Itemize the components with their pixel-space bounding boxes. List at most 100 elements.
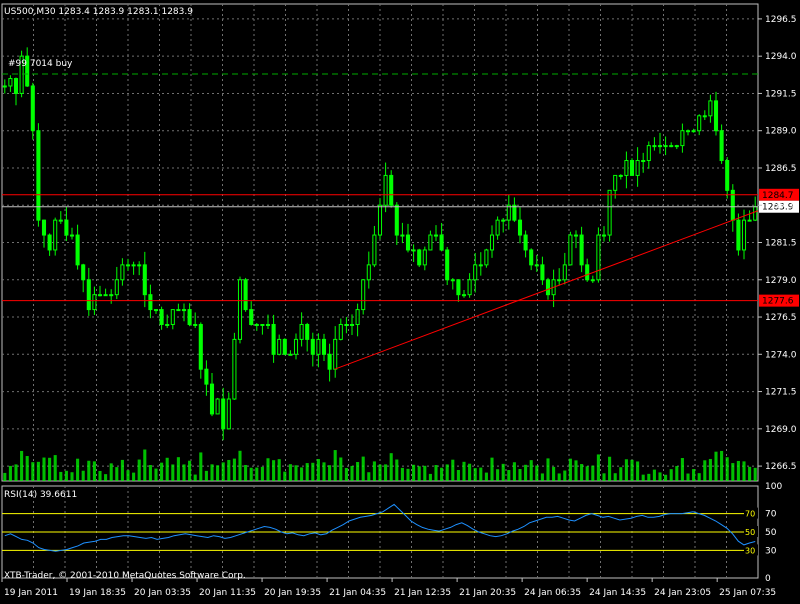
- candle-body: [30, 85, 35, 132]
- candle-body: [181, 309, 187, 312]
- volume-bar: [501, 463, 505, 481]
- volume-bar: [36, 461, 40, 481]
- volume-bar: [647, 473, 651, 481]
- volume-bar: [300, 467, 304, 481]
- volume-bar: [232, 458, 236, 481]
- volume-bar: [652, 469, 656, 481]
- volume-bar: [462, 461, 466, 481]
- volume-bar: [176, 457, 180, 481]
- volume-bar: [742, 461, 746, 481]
- volume-bar: [456, 469, 460, 481]
- volume-bar: [468, 463, 472, 481]
- candle-body: [428, 234, 433, 251]
- candle-body: [243, 279, 248, 311]
- volume-bar: [109, 463, 113, 481]
- candle-body: [361, 279, 366, 311]
- candle-body: [310, 338, 315, 355]
- candle-body: [327, 353, 332, 370]
- volume-bar: [708, 458, 712, 481]
- candle-body: [131, 264, 136, 267]
- candle-body: [293, 338, 299, 355]
- volume-bar: [546, 458, 550, 481]
- candle-body: [753, 206, 758, 221]
- volume-bar: [552, 466, 556, 481]
- candle-body: [400, 234, 405, 237]
- time-tick-label: 24 Jan 14:35: [589, 588, 646, 598]
- price-tick-label: 1289.0: [765, 127, 797, 137]
- volume-bar: [518, 468, 522, 481]
- volume-bar: [697, 473, 701, 481]
- candle-body: [265, 323, 271, 326]
- volume-bar: [602, 473, 606, 481]
- candle-body: [439, 234, 444, 251]
- volume-bar: [619, 467, 623, 481]
- volume-bar: [154, 468, 158, 481]
- candle-body: [277, 338, 282, 355]
- volume-bar: [473, 468, 477, 481]
- volume-bar: [524, 464, 528, 481]
- candle-body: [601, 234, 607, 237]
- volume-bar: [25, 456, 29, 481]
- candle-body: [97, 294, 103, 297]
- candle-body: [467, 279, 472, 296]
- candle-body: [204, 368, 209, 385]
- candle-body: [125, 264, 131, 267]
- time-tick-label: 21 Jan 20:35: [459, 588, 516, 598]
- candle-body: [736, 219, 741, 251]
- price-chart[interactable]: 1284.71277.61283.9 1296.51294.01291.5128…: [0, 0, 800, 600]
- volume-bar: [244, 464, 248, 481]
- candle-body: [226, 398, 231, 430]
- rsi-axis-label: 0: [765, 574, 771, 584]
- volume-bar: [148, 465, 152, 481]
- volume-bar: [680, 458, 684, 481]
- candle-body: [148, 294, 153, 311]
- volume-bar: [356, 462, 360, 481]
- volume-bar: [574, 460, 578, 481]
- candle-body: [92, 294, 97, 311]
- candle-body: [685, 130, 691, 133]
- volume-bar: [692, 469, 696, 481]
- candle-body: [741, 219, 747, 251]
- candle-body: [389, 174, 394, 206]
- rsi-level-label: 70: [745, 510, 755, 519]
- candle-body: [613, 174, 618, 191]
- candle-body: [13, 78, 19, 94]
- volume-bar: [664, 474, 668, 481]
- volume-bar: [624, 459, 628, 481]
- candle-body: [394, 204, 399, 236]
- candle-body: [624, 160, 629, 176]
- volume-bar: [14, 464, 18, 481]
- volume-bar: [378, 464, 382, 481]
- candle-body: [142, 264, 147, 296]
- volume-bar: [529, 460, 533, 481]
- candle-body: [232, 338, 237, 400]
- candle-body: [635, 160, 640, 176]
- candle-body: [680, 130, 685, 147]
- candle-body: [517, 219, 523, 236]
- level-tag-label: 1277.6: [762, 297, 794, 307]
- price-tick-label: 1291.5: [765, 89, 797, 99]
- candle-body: [641, 160, 646, 163]
- candle-body: [484, 249, 489, 266]
- candle-body: [165, 323, 170, 326]
- rsi-axis-label: 70: [765, 510, 777, 520]
- volume-bar: [720, 450, 724, 481]
- candle-body: [221, 398, 226, 430]
- candle-body: [652, 145, 657, 148]
- volume-bar: [87, 460, 91, 481]
- candle-body: [137, 264, 142, 267]
- volume-bar: [193, 474, 197, 481]
- candle-body: [573, 234, 579, 237]
- price-tick-label: 1281.5: [765, 239, 797, 249]
- volume-bar: [31, 462, 35, 481]
- rsi-axis-label: 30: [765, 546, 777, 556]
- volume-bar: [406, 468, 410, 481]
- volume-bar: [753, 467, 757, 481]
- candle-body: [456, 279, 461, 296]
- volume-bar: [316, 459, 320, 481]
- candle-body: [64, 219, 69, 236]
- candle-body: [657, 145, 663, 148]
- volume-bar: [417, 466, 421, 481]
- volume-bar: [288, 464, 292, 481]
- volume-bar: [59, 471, 63, 481]
